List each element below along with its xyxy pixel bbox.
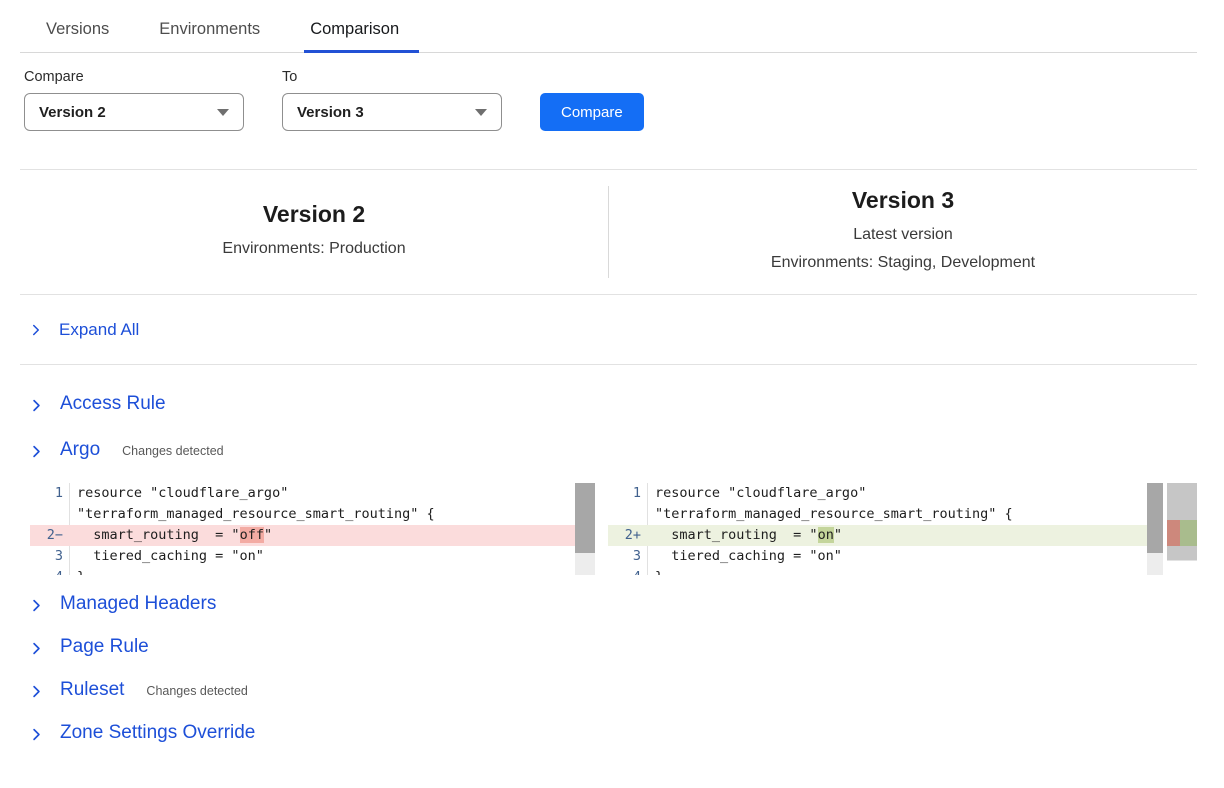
code-left: 1 resource "cloudflare_argo" "terraform_… xyxy=(30,483,575,575)
section-argo[interactable]: Argo Changes detected xyxy=(30,439,1197,463)
divider xyxy=(20,294,1197,295)
compare-form: Compare Version 2 To Version 3 Compare xyxy=(24,69,1197,131)
diff-pane-right: 1 resource "cloudflare_argo" "terraform_… xyxy=(608,483,1197,575)
chevron-right-icon xyxy=(30,399,43,412)
section-label: Managed Headers xyxy=(60,593,216,615)
version-right-latest: Latest version xyxy=(853,221,953,249)
changes-detected-badge: Changes detected xyxy=(146,684,247,698)
line-number: 2− xyxy=(30,525,70,546)
version-right-title: Version 3 xyxy=(852,187,954,214)
code-line: 1 resource "cloudflare_argo" xyxy=(30,483,575,504)
compare-button[interactable]: Compare xyxy=(540,93,644,131)
scrollbar-thumb[interactable] xyxy=(1147,483,1163,553)
chevron-right-icon xyxy=(30,728,43,741)
section-label: Access Rule xyxy=(60,393,166,415)
section-label: Ruleset xyxy=(60,679,124,701)
expand-all-button[interactable]: Expand All xyxy=(30,320,1197,340)
code-text: "terraform_managed_resource_smart_routin… xyxy=(70,504,575,525)
line-number: 3 xyxy=(30,546,70,567)
section-ruleset[interactable]: Ruleset Changes detected xyxy=(30,679,1197,703)
tab-comparison[interactable]: Comparison xyxy=(304,14,405,52)
section-label: Zone Settings Override xyxy=(60,722,255,744)
minimap-added-marker xyxy=(1180,520,1197,547)
code-text: resource "cloudflare_argo" xyxy=(70,483,575,504)
line-number: 4 xyxy=(608,567,648,575)
section-managed-headers[interactable]: Managed Headers xyxy=(30,593,1197,617)
removed-word: off xyxy=(240,527,264,543)
code-text: } xyxy=(648,567,1147,575)
tab-bar: Versions Environments Comparison xyxy=(20,14,1197,53)
compare-to-select[interactable]: Version 3 xyxy=(282,93,502,131)
line-number xyxy=(30,504,70,525)
code-line-removed: 2− smart_routing = "off" xyxy=(30,525,575,546)
line-number: 1 xyxy=(608,483,648,504)
divider xyxy=(20,364,1197,365)
chevron-down-icon xyxy=(475,109,487,116)
chevron-right-icon xyxy=(30,685,43,698)
line-number: 2+ xyxy=(608,525,648,546)
chevron-right-icon xyxy=(30,642,43,655)
code-text: tiered_caching = "on" xyxy=(70,546,575,567)
line-number xyxy=(608,504,648,525)
code-text: smart_routing = "on" xyxy=(648,525,1147,546)
to-field: To Version 3 xyxy=(282,69,502,131)
changes-detected-badge: Changes detected xyxy=(122,444,223,458)
version-right-environments: Environments: Staging, Development xyxy=(771,249,1035,277)
code-text: smart_routing = "off" xyxy=(70,525,575,546)
scrollbar-thumb[interactable] xyxy=(575,483,595,553)
line-number: 3 xyxy=(608,546,648,567)
tab-versions[interactable]: Versions xyxy=(40,14,115,52)
compare-from-value: Version 2 xyxy=(39,104,106,121)
code-line-wrap: "terraform_managed_resource_smart_routin… xyxy=(608,504,1147,525)
chevron-down-icon xyxy=(217,109,229,116)
chevron-right-icon xyxy=(30,599,43,612)
code-right: 1 resource "cloudflare_argo" "terraform_… xyxy=(608,483,1147,575)
code-text: "terraform_managed_resource_smart_routin… xyxy=(648,504,1147,525)
version-left-title: Version 2 xyxy=(263,201,365,228)
added-word: on xyxy=(818,527,834,543)
code-text: } xyxy=(70,567,575,575)
code-text: tiered_caching = "on" xyxy=(648,546,1147,567)
argo-diff: 1 resource "cloudflare_argo" "terraform_… xyxy=(30,483,1197,575)
section-zone-settings-override[interactable]: Zone Settings Override xyxy=(30,722,1197,746)
version-left-environments: Environments: Production xyxy=(222,235,405,263)
scrollbar[interactable] xyxy=(575,483,595,575)
to-label: To xyxy=(282,69,502,85)
minimap-removed-marker xyxy=(1167,520,1180,547)
line-number: 1 xyxy=(30,483,70,504)
version-left-header: Version 2 Environments: Production xyxy=(20,170,608,294)
scrollbar[interactable] xyxy=(1147,483,1163,575)
code-line-wrap: "terraform_managed_resource_smart_routin… xyxy=(30,504,575,525)
compare-from-select[interactable]: Version 2 xyxy=(24,93,244,131)
section-label: Page Rule xyxy=(60,636,149,658)
code-line: 1 resource "cloudflare_argo" xyxy=(608,483,1147,504)
version-right-header: Version 3 Latest version Environments: S… xyxy=(609,170,1197,294)
diff-minimap[interactable] xyxy=(1167,483,1197,575)
chevron-right-icon xyxy=(30,445,43,458)
section-label: Argo xyxy=(60,439,100,461)
code-line-added: 2+ smart_routing = "on" xyxy=(608,525,1147,546)
line-number: 4 xyxy=(30,567,70,575)
expand-all-label: Expand All xyxy=(59,320,139,340)
version-headers: Version 2 Environments: Production Versi… xyxy=(20,170,1197,294)
minimap-change-marker xyxy=(1167,520,1197,547)
compare-field: Compare Version 2 xyxy=(24,69,244,131)
tab-environments[interactable]: Environments xyxy=(153,14,266,52)
compare-label: Compare xyxy=(24,69,244,85)
diff-pane-left: 1 resource "cloudflare_argo" "terraform_… xyxy=(30,483,595,575)
section-access-rule[interactable]: Access Rule xyxy=(30,393,1197,417)
chevron-right-icon xyxy=(30,324,42,336)
code-line: 4 } xyxy=(30,567,575,575)
code-text: resource "cloudflare_argo" xyxy=(648,483,1147,504)
section-page-rule[interactable]: Page Rule xyxy=(30,636,1197,660)
code-line: 3 tiered_caching = "on" xyxy=(608,546,1147,567)
code-line: 3 tiered_caching = "on" xyxy=(30,546,575,567)
compare-to-value: Version 3 xyxy=(297,104,364,121)
code-line: 4 } xyxy=(608,567,1147,575)
